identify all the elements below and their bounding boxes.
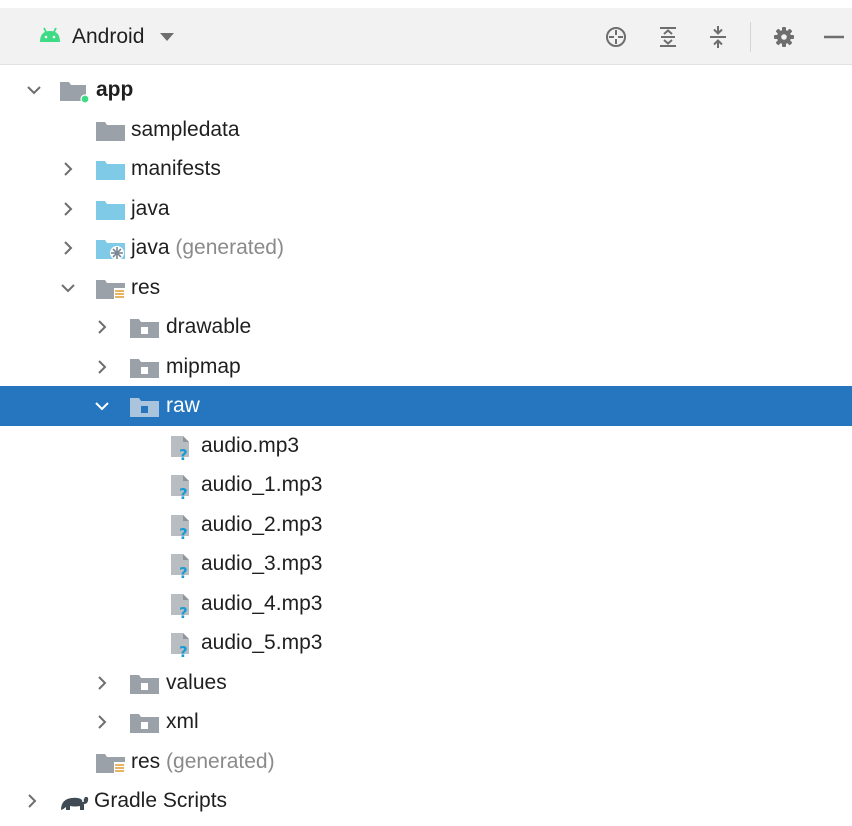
top-strip	[0, 0, 852, 8]
tree-label: values	[166, 670, 227, 694]
tree-node-file[interactable]: ? audio.mp3	[0, 426, 852, 466]
tree-label-name: res	[131, 749, 161, 773]
chevron-right-icon[interactable]	[60, 240, 76, 256]
tree-node-file[interactable]: ? audio_1.mp3	[0, 465, 852, 505]
tree-node-res[interactable]: res	[0, 268, 852, 308]
package-folder-icon	[129, 356, 161, 385]
package-folder-icon	[129, 316, 161, 345]
resource-folder-icon	[95, 277, 127, 306]
folder-icon	[95, 119, 127, 148]
chevron-right-icon[interactable]	[94, 319, 110, 335]
package-folder-icon	[129, 711, 161, 740]
tree-label: sampledata	[131, 117, 240, 141]
tree-node-file[interactable]: ? audio_3.mp3	[0, 544, 852, 584]
tree-label: audio_4.mp3	[201, 591, 323, 615]
svg-text:?: ?	[179, 485, 188, 500]
chevron-right-icon[interactable]	[60, 161, 76, 177]
chevron-right-icon[interactable]	[94, 714, 110, 730]
tree-node-file[interactable]: ? audio_2.mp3	[0, 505, 852, 545]
package-folder-icon	[129, 672, 161, 701]
project-view-selector[interactable]: Android	[38, 23, 175, 51]
package-folder-icon	[129, 395, 161, 424]
tree-label: raw	[166, 394, 200, 417]
tree-node-file[interactable]: ? audio_5.mp3	[0, 623, 852, 663]
unknown-file-icon: ?	[167, 553, 199, 584]
tree-label: audio_1.mp3	[201, 473, 323, 496]
gradle-elephant-icon	[58, 790, 90, 819]
chevron-down-icon[interactable]	[26, 82, 42, 98]
tree-node-values[interactable]: values	[0, 663, 852, 703]
tree-label: audio.mp3	[201, 433, 300, 457]
chevron-right-icon[interactable]	[94, 675, 110, 691]
tree-node-mipmap[interactable]: mipmap	[0, 347, 852, 387]
tree-label: res (generated)	[131, 750, 275, 774]
unknown-file-icon: ?	[167, 474, 199, 505]
source-folder-icon	[95, 198, 127, 227]
toolbar-separator	[750, 22, 751, 52]
unknown-file-icon: ?	[167, 593, 199, 624]
tree-label: Gradle Scripts	[94, 789, 228, 812]
chevron-right-icon[interactable]	[24, 793, 40, 809]
gear-icon[interactable]	[771, 24, 797, 50]
tree-label: manifests	[131, 157, 221, 180]
module-folder-icon	[59, 79, 91, 108]
expand-all-icon[interactable]	[655, 24, 681, 50]
tree-label-hint: (generated)	[166, 749, 275, 773]
locate-icon[interactable]	[603, 24, 629, 50]
resource-folder-icon	[95, 751, 127, 780]
tree-label: app	[96, 78, 134, 101]
tree-label: java (generated)	[131, 236, 284, 260]
svg-text:?: ?	[179, 564, 188, 579]
svg-text:?: ?	[179, 525, 188, 540]
svg-text:?: ?	[179, 604, 188, 619]
svg-text:?: ?	[179, 643, 188, 658]
tree-node-file[interactable]: ? audio_4.mp3	[0, 584, 852, 624]
tree-node-raw[interactable]: raw	[0, 386, 852, 426]
tree-node-res-generated[interactable]: res (generated)	[0, 742, 852, 782]
dropdown-caret-icon	[160, 28, 175, 46]
generated-source-folder-icon	[95, 237, 127, 266]
tree-node-app[interactable]: app	[0, 70, 852, 110]
tree-node-sampledata[interactable]: sampledata	[0, 110, 852, 150]
tree-label: java	[131, 196, 170, 220]
tree-node-gradle-scripts[interactable]: Gradle Scripts	[0, 781, 852, 821]
unknown-file-icon: ?	[167, 514, 199, 545]
tree-node-manifests[interactable]: manifests	[0, 149, 852, 189]
tree-label-hint: (generated)	[175, 236, 284, 259]
tree-label: audio_5.mp3	[201, 631, 323, 654]
collapse-all-icon[interactable]	[705, 24, 731, 50]
unknown-file-icon: ?	[167, 632, 199, 663]
tree-node-java-generated[interactable]: java (generated)	[0, 228, 852, 268]
chevron-down-icon[interactable]	[60, 280, 76, 296]
tree-label: res	[131, 275, 161, 299]
project-toolbar: Android	[0, 8, 852, 65]
chevron-right-icon[interactable]	[60, 201, 76, 217]
tree-label: audio_2.mp3	[201, 512, 323, 536]
tree-node-java[interactable]: java	[0, 189, 852, 229]
tree-label: drawable	[166, 315, 252, 338]
source-folder-icon	[95, 158, 127, 187]
tree-node-xml[interactable]: xml	[0, 702, 852, 742]
chevron-down-icon[interactable]	[94, 398, 110, 414]
tree-label: xml	[166, 710, 199, 733]
android-icon	[38, 27, 62, 48]
chevron-right-icon[interactable]	[94, 359, 110, 375]
tree-label-name: java	[131, 236, 170, 259]
minimize-icon[interactable]	[820, 24, 846, 50]
unknown-file-icon: ?	[167, 435, 199, 466]
svg-text:?: ?	[179, 446, 188, 461]
tree-label: audio_3.mp3	[201, 552, 323, 575]
tree-label: mipmap	[166, 354, 241, 378]
tree-node-drawable[interactable]: drawable	[0, 307, 852, 347]
project-view-label: Android	[72, 25, 145, 48]
project-tree: app sampledata manifests java java (gene…	[0, 70, 852, 821]
